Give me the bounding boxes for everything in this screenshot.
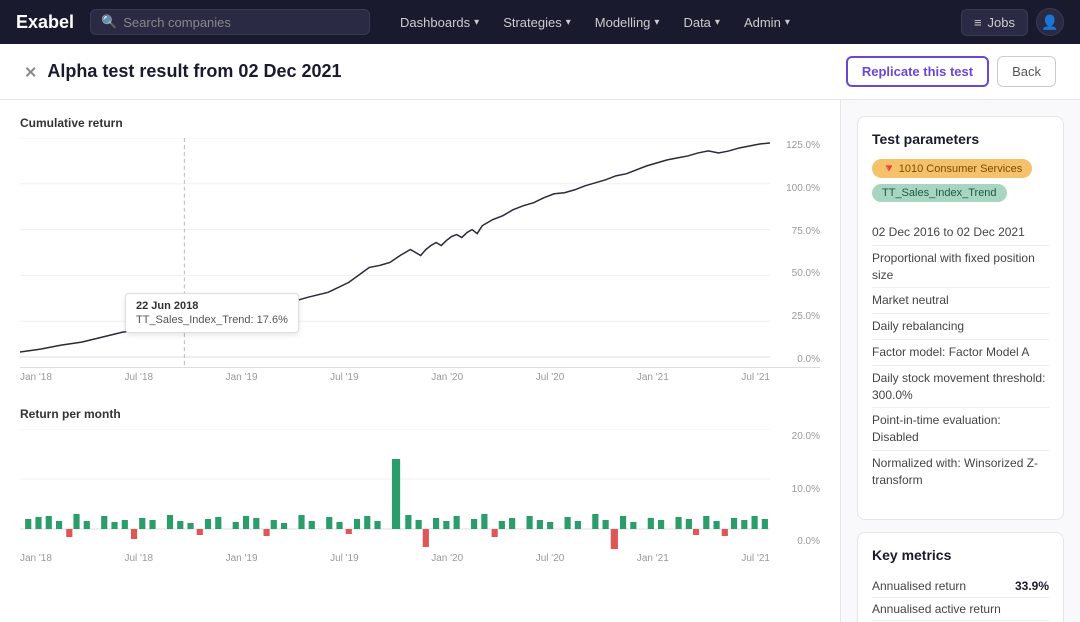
cumulative-y-axis: 125.0% 100.0% 75.0% 50.0% 25.0% 0.0%: [770, 138, 820, 367]
param-factor-model: Factor model: Factor Model A: [872, 340, 1049, 366]
test-params-card: Test parameters 🔻 1010 Consumer Services…: [857, 116, 1064, 520]
search-input[interactable]: [123, 15, 359, 30]
bar-y-label-20: 20.0%: [792, 431, 820, 442]
top-bar-actions: Replicate this test Back: [846, 56, 1056, 87]
page-title-group: ⨯ Alpha test result from 02 Dec 2021: [24, 61, 342, 82]
nav-strategies[interactable]: Strategies ▾: [493, 9, 581, 36]
param-pit: Point-in-time evaluation: Disabled: [872, 408, 1049, 451]
x-label-jan21: Jan '21: [637, 372, 669, 383]
bar-chart-svg: [20, 429, 770, 549]
tag-sales-index[interactable]: TT_Sales_Index_Trend: [872, 184, 1007, 202]
cumulative-chart-container: 125.0% 100.0% 75.0% 50.0% 25.0% 0.0% 22 …: [20, 138, 820, 368]
x-label-jul21: Jul '21: [741, 372, 770, 383]
main-nav: Dashboards ▾ Strategies ▾ Modelling ▾ Da…: [390, 9, 961, 36]
top-bar: ⨯ Alpha test result from 02 Dec 2021 Rep…: [0, 44, 1080, 100]
key-metrics-card: Key metrics Annualised return 33.9% Annu…: [857, 532, 1064, 622]
chevron-icon: ▾: [566, 17, 571, 28]
y-label-0: 0.0%: [797, 354, 820, 365]
replicate-button[interactable]: Replicate this test: [846, 56, 989, 87]
bar-x-jan20: Jan '20: [431, 553, 463, 564]
bar-chart-container: 20.0% 10.0% 0.0%: [20, 429, 820, 549]
bar-x-jul19: Jul '19: [330, 553, 359, 564]
jobs-button[interactable]: ≡ Jobs: [961, 9, 1028, 36]
main-content: Cumulative return: [0, 100, 1080, 622]
y-label-25: 25.0%: [792, 311, 820, 322]
chevron-icon: ▾: [654, 17, 659, 28]
param-normalized: Normalized with: Winsorized Z-transform: [872, 451, 1049, 493]
bar-chart-title: Return per month: [20, 407, 820, 421]
param-date-range: 02 Dec 2016 to 02 Dec 2021: [872, 220, 1049, 246]
cumulative-x-axis: Jan '18 Jul '18 Jan '19 Jul '19 Jan '20 …: [20, 372, 820, 383]
chevron-icon: ▾: [715, 17, 720, 28]
bar-x-jul18: Jul '18: [124, 553, 153, 564]
sidebar-params: 02 Dec 2016 to 02 Dec 2021 Proportional …: [872, 220, 1049, 493]
x-label-jul18: Jul '18: [124, 372, 153, 383]
bar-x-jul21: Jul '21: [741, 553, 770, 564]
param-rebalancing: Daily rebalancing: [872, 314, 1049, 340]
cumulative-chart-svg: [20, 138, 770, 367]
metric-annualised-active: Annualised active return: [872, 598, 1049, 621]
param-threshold: Daily stock movement threshold: 300.0%: [872, 366, 1049, 409]
brand-logo[interactable]: Exabel: [16, 12, 74, 33]
x-label-jan19: Jan '19: [226, 372, 258, 383]
param-neutral: Market neutral: [872, 288, 1049, 314]
y-label-75: 75.0%: [792, 226, 820, 237]
navbar: Exabel 🔍 Dashboards ▾ Strategies ▾ Model…: [0, 0, 1080, 44]
user-avatar[interactable]: 👤: [1036, 8, 1064, 36]
x-label-jan20: Jan '20: [431, 372, 463, 383]
sidebar-tags: 🔻 1010 Consumer Services TT_Sales_Index_…: [872, 159, 1049, 208]
nav-admin[interactable]: Admin ▾: [734, 9, 800, 36]
cumulative-chart-section: Cumulative return: [20, 116, 820, 383]
search-bar[interactable]: 🔍: [90, 9, 370, 35]
cumulative-chart-title: Cumulative return: [20, 116, 820, 130]
metric-annualised-return: Annualised return 33.9%: [872, 575, 1049, 598]
navbar-right: ≡ Jobs 👤: [961, 8, 1064, 36]
search-icon: 🔍: [101, 14, 117, 30]
bar-y-label-10: 10.0%: [792, 484, 820, 495]
chevron-icon: ▾: [785, 17, 790, 28]
back-button[interactable]: Back: [997, 56, 1056, 87]
nav-modelling[interactable]: Modelling ▾: [585, 9, 670, 36]
y-label-125: 125.0%: [786, 140, 820, 151]
bar-x-axis: Jan '18 Jul '18 Jan '19 Jul '19 Jan '20 …: [20, 553, 820, 564]
left-panel: Cumulative return: [0, 100, 840, 622]
metrics-list: Annualised return 33.9% Annualised activ…: [872, 575, 1049, 622]
bar-x-jan21: Jan '21: [637, 553, 669, 564]
param-position: Proportional with fixed position size: [872, 246, 1049, 289]
page: ⨯ Alpha test result from 02 Dec 2021 Rep…: [0, 44, 1080, 622]
bar-x-jan19: Jan '19: [226, 553, 258, 564]
x-label-jan18: Jan '18: [20, 372, 52, 383]
menu-icon: ≡: [974, 15, 982, 30]
bar-chart-section: Return per month: [20, 407, 820, 564]
tag-consumer-services[interactable]: 🔻 1010 Consumer Services: [872, 159, 1032, 178]
x-label-jul19: Jul '19: [330, 372, 359, 383]
y-label-100: 100.0%: [786, 183, 820, 194]
bar-y-axis: 20.0% 10.0% 0.0%: [770, 429, 820, 549]
x-label-jul20: Jul '20: [536, 372, 565, 383]
key-metrics-title: Key metrics: [872, 547, 1049, 563]
page-title: Alpha test result from 02 Dec 2021: [47, 61, 341, 82]
nav-data[interactable]: Data ▾: [673, 9, 730, 36]
nav-dashboards[interactable]: Dashboards ▾: [390, 9, 489, 36]
crosshair-icon: ⨯: [24, 62, 37, 82]
bar-y-label-0: 0.0%: [797, 536, 820, 547]
y-label-50: 50.0%: [792, 268, 820, 279]
chevron-icon: ▾: [474, 17, 479, 28]
bar-x-jan18: Jan '18: [20, 553, 52, 564]
bar-x-jul20: Jul '20: [536, 553, 565, 564]
right-sidebar: Test parameters 🔻 1010 Consumer Services…: [840, 100, 1080, 622]
test-params-title: Test parameters: [872, 131, 1049, 147]
